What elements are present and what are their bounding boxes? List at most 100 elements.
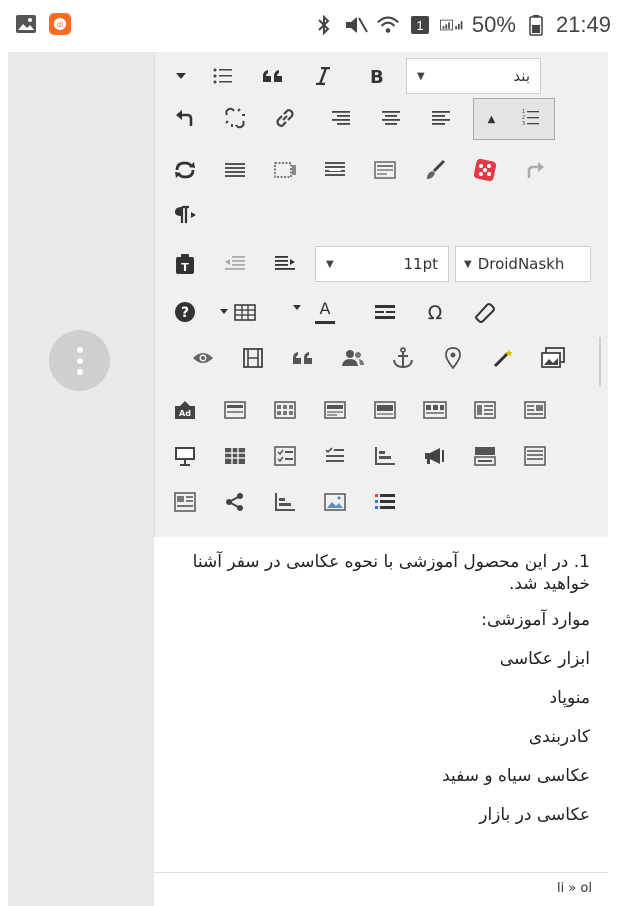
layout-8-icon[interactable] [467,438,503,474]
svg-text:Ad: Ad [179,409,191,418]
help-icon[interactable]: ? [167,294,203,330]
content-line: عکاسی در بازار [479,805,590,825]
horizontal-rule-icon[interactable] [217,152,253,188]
news-icon[interactable] [167,484,203,520]
checklist-icon[interactable] [267,438,303,474]
layout-9-icon[interactable] [517,438,553,474]
rich-text-editor: B ▼ بند ▲ 123 T ▼ 11pt ▼ DroidNaskh ? A … [154,52,608,906]
anchor-icon[interactable] [385,340,421,376]
dice-icon[interactable] [467,152,503,188]
fullscreen-icon[interactable] [267,152,303,188]
content-line: کادربندی [528,727,590,747]
outdent-icon[interactable] [217,246,253,282]
font-family-value: DroidNaskh [477,255,565,273]
location-icon[interactable] [435,340,471,376]
share-icon[interactable] [217,484,253,520]
layout-7-icon[interactable] [517,392,553,428]
dot [76,357,83,364]
eraser-icon[interactable] [467,294,503,330]
layout-1-icon[interactable] [217,392,253,428]
layout-3-icon[interactable] [317,392,353,428]
link-icon[interactable] [267,100,303,136]
slideshow-icon[interactable] [167,438,203,474]
strikeline-icon[interactable] [367,294,403,330]
svg-text:dl: dl [57,21,63,29]
list-dropdown-icon[interactable] [163,58,199,94]
text-color-icon[interactable]: A [289,294,349,330]
preview-icon[interactable] [185,340,221,376]
align-center-icon[interactable] [373,100,409,136]
wifi-icon [376,13,400,37]
clipboard-icon[interactable]: T [167,246,203,282]
megaphone-icon[interactable] [417,438,453,474]
dropdown-arrow-icon: ▲ [487,113,496,125]
svg-text:B: B [370,67,384,85]
justify-icon[interactable] [317,152,353,188]
paint-brush-icon[interactable] [417,152,453,188]
side-panel [8,52,154,906]
element-path[interactable]: li » ol [557,881,592,896]
battery-percent: 50% [471,12,516,37]
dropdown-arrow-icon: ▼ [326,258,334,270]
align-right-icon[interactable] [323,100,359,136]
chart-icon[interactable] [367,438,403,474]
unlink-icon[interactable] [217,100,253,136]
right-gutter [608,52,621,906]
redo-icon[interactable] [517,152,553,188]
undo-icon[interactable] [167,100,203,136]
font-family-select[interactable]: ▼ DroidNaskh [455,246,591,282]
checklist-2-icon[interactable] [317,438,353,474]
bold-icon[interactable]: B [359,58,395,94]
magic-wand-icon[interactable] [485,340,521,376]
layout-2-icon[interactable] [267,392,303,428]
quote-icon[interactable] [285,340,321,376]
paragraph-direction-icon[interactable] [167,197,203,233]
more-options-button[interactable] [49,330,110,391]
numbered-list-icon: 123 [522,108,540,130]
ad-icon[interactable]: Ad [167,392,203,428]
table-icon[interactable] [217,294,265,330]
mute-icon [344,13,368,37]
layout-6-icon[interactable] [467,392,503,428]
grid-icon[interactable] [217,438,253,474]
content-line: منوپاد [549,688,591,708]
clock: 21:49 [555,12,611,37]
colored-list-icon[interactable] [367,484,403,520]
bar-chart-icon[interactable] [267,484,303,520]
dot [76,368,83,375]
font-size-select[interactable]: ▼ 11pt [315,246,449,282]
format-select[interactable]: ▼ بند [406,58,541,94]
refresh-icon[interactable] [167,152,203,188]
bullet-list-icon[interactable] [205,58,241,94]
list-item: 1. در این محصول آموزشی با نحوه عکاسی در … [192,552,590,594]
indent-icon[interactable] [267,246,303,282]
italic-icon[interactable] [305,58,341,94]
app-notification-icon: dl [48,12,72,36]
element-path-bar: li » ol [154,872,608,906]
sim-badge-icon: 1 [408,13,432,37]
template-icon[interactable] [367,152,403,188]
layout-5-icon[interactable] [417,392,453,428]
gallery-icon[interactable] [535,340,571,376]
svg-text:T: T [181,261,189,274]
scroll-indicator [599,337,601,387]
editor-toolbar: B ▼ بند ▲ 123 T ▼ 11pt ▼ DroidNaskh ? A … [154,52,608,537]
omega-icon[interactable]: Ω [417,294,453,330]
svg-text:?: ? [181,305,189,321]
svg-text:Ω: Ω [428,302,443,322]
blockquote-icon[interactable] [255,58,291,94]
users-icon[interactable] [335,340,371,376]
bluetooth-icon [312,13,336,37]
align-left-icon[interactable] [423,100,459,136]
content-line: ابزار عکاسی [499,649,590,669]
gallery-notification-icon [14,12,38,36]
editor-content[interactable]: 1. در این محصول آموزشی با نحوه عکاسی در … [154,537,608,872]
svg-text:1: 1 [416,18,423,33]
status-bar: dl 1 50% 21:49 [0,0,621,52]
image-icon[interactable] [317,484,353,520]
svg-text:3: 3 [522,121,525,126]
svg-text:A: A [320,299,331,318]
numbered-list-button[interactable]: ▲ 123 [473,98,555,140]
layout-4-icon[interactable] [367,392,403,428]
media-icon[interactable] [235,340,271,376]
